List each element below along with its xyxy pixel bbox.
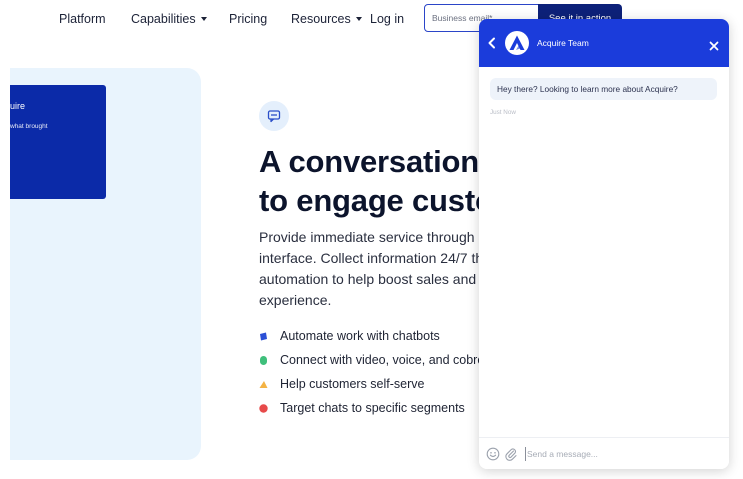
blue-diamond-icon [260, 332, 267, 340]
nav-resources-label: Resources [291, 12, 351, 26]
nav-capabilities-label: Capabilities [131, 12, 196, 26]
feature-text: Help customers self-serve [280, 377, 425, 391]
preview-card-title: uire [10, 101, 26, 111]
feature-item: Target chats to specific segments [259, 400, 465, 416]
feature-item: Automate work with chatbots [259, 328, 440, 344]
feature-item: Connect with video, voice, and cobrov [259, 352, 491, 368]
back-arrow-icon[interactable] [487, 36, 497, 54]
close-icon[interactable] [709, 38, 719, 56]
message-timestamp: Just Now [490, 109, 516, 116]
preview-card-subtitle: what brought [10, 123, 48, 130]
feature-text: Connect with video, voice, and cobrov [280, 353, 491, 367]
description-line-1: Provide immediate service through ar [259, 229, 491, 245]
page-heading-line-2: to engage custo [259, 183, 494, 218]
chat-composer [479, 437, 729, 469]
nav-platform[interactable]: Platform [59, 12, 106, 26]
emoji-icon[interactable] [486, 447, 500, 466]
description-line-2: interface. Collect information 24/7 th [259, 250, 484, 266]
chat-messages[interactable]: Hey there? Looking to learn more about A… [479, 67, 729, 437]
red-circle-icon [259, 403, 268, 413]
nav-resources[interactable]: Resources [291, 12, 362, 26]
chat-widget: Acquire Team Hey there? Looking to learn… [479, 19, 729, 469]
text-cursor [525, 447, 526, 461]
chat-team-name: Acquire Team [537, 38, 589, 48]
nav-login[interactable]: Log in [370, 12, 404, 26]
chat-bubble-icon [259, 101, 289, 131]
chevron-down-icon [355, 16, 362, 21]
nav-capabilities[interactable]: Capabilities [131, 12, 207, 26]
feature-text: Automate work with chatbots [280, 329, 440, 343]
acquire-logo-icon [505, 31, 529, 55]
message-input[interactable] [527, 445, 717, 463]
green-pill-icon [260, 355, 267, 365]
feature-item: Help customers self-serve [259, 376, 425, 392]
chat-header: Acquire Team [479, 19, 729, 67]
chat-message-bubble: Hey there? Looking to learn more about A… [490, 78, 717, 100]
feature-text: Target chats to specific segments [280, 401, 465, 415]
preview-card: uire what brought [10, 85, 106, 199]
nav-pricing[interactable]: Pricing [229, 12, 267, 26]
description-line-3: automation to help boost sales and ir [259, 271, 488, 287]
chevron-down-icon [200, 16, 207, 21]
page-heading-line-1: A conversationa [259, 144, 497, 179]
orange-triangle-icon [259, 380, 268, 388]
attachment-icon[interactable] [504, 447, 518, 466]
description-line-4: experience. [259, 292, 332, 308]
